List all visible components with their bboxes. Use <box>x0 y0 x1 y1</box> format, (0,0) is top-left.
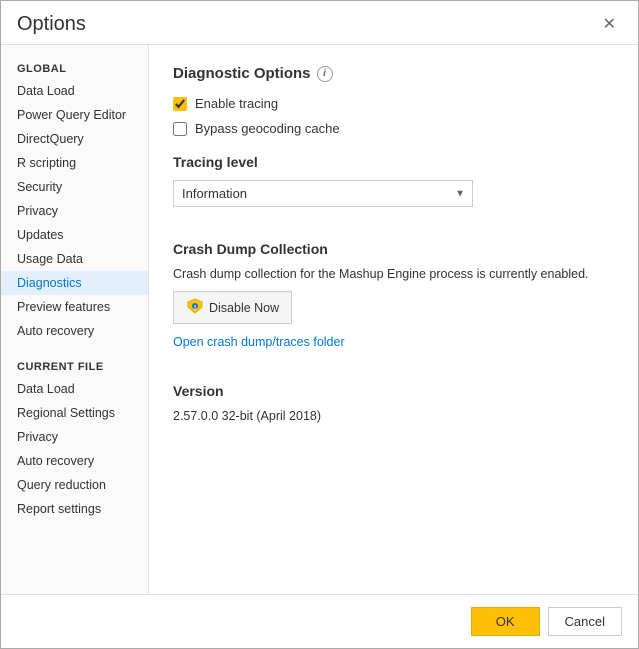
crash-dump-title: Crash Dump Collection <box>173 241 614 257</box>
info-icon[interactable]: i <box>317 66 333 82</box>
version-section: Version 2.57.0.0 32-bit (April 2018) <box>173 383 614 423</box>
enable-tracing-row: Enable tracing <box>173 96 614 111</box>
sidebar-item-auto-recovery[interactable]: Auto recovery <box>1 319 148 343</box>
sidebar-item-power-query-editor[interactable]: Power Query Editor <box>1 103 148 127</box>
sidebar-item-cf-auto-recovery[interactable]: Auto recovery <box>1 449 148 473</box>
sidebar-item-updates[interactable]: Updates <box>1 223 148 247</box>
global-section-label: GLOBAL <box>1 55 148 79</box>
svg-text:!: ! <box>194 305 196 312</box>
tracing-level-title: Tracing level <box>173 154 614 170</box>
sidebar-item-cf-regional-settings[interactable]: Regional Settings <box>1 401 148 425</box>
title-bar: Options ✕ <box>1 1 638 44</box>
main-content: Diagnostic Options i Enable tracing Bypa… <box>149 45 638 594</box>
sidebar: GLOBAL Data Load Power Query Editor Dire… <box>1 45 149 594</box>
disable-now-button[interactable]: ! Disable Now <box>173 291 292 324</box>
enable-tracing-checkbox[interactable] <box>173 97 187 111</box>
enable-tracing-label: Enable tracing <box>195 96 278 111</box>
version-number: 2.57.0.0 32-bit (April 2018) <box>173 409 614 423</box>
open-folder-link[interactable]: Open crash dump/traces folder <box>173 335 345 349</box>
dialog-title: Options <box>17 13 86 36</box>
sidebar-item-direct-query[interactable]: DirectQuery <box>1 127 148 151</box>
sidebar-item-cf-report-settings[interactable]: Report settings <box>1 497 148 521</box>
sidebar-item-security[interactable]: Security <box>1 175 148 199</box>
crash-dump-description: Crash dump collection for the Mashup Eng… <box>173 267 614 281</box>
dialog-footer: OK Cancel <box>1 594 638 648</box>
sidebar-item-cf-privacy[interactable]: Privacy <box>1 425 148 449</box>
sidebar-item-data-load[interactable]: Data Load <box>1 79 148 103</box>
version-title: Version <box>173 383 614 399</box>
sidebar-item-cf-data-load[interactable]: Data Load <box>1 377 148 401</box>
ok-button[interactable]: OK <box>471 607 540 636</box>
crash-dump-section: Crash Dump Collection Crash dump collect… <box>173 241 614 365</box>
sidebar-item-cf-query-reduction[interactable]: Query reduction <box>1 473 148 497</box>
cancel-button[interactable]: Cancel <box>548 607 622 636</box>
close-button[interactable]: ✕ <box>597 15 622 35</box>
options-dialog: Options ✕ GLOBAL Data Load Power Query E… <box>0 0 639 649</box>
sidebar-item-r-scripting[interactable]: R scripting <box>1 151 148 175</box>
tracing-level-select[interactable]: Information Verbose Warning Error <box>173 180 473 207</box>
sidebar-item-privacy[interactable]: Privacy <box>1 199 148 223</box>
dialog-body: GLOBAL Data Load Power Query Editor Dire… <box>1 44 638 594</box>
current-file-section-label: CURRENT FILE <box>1 353 148 377</box>
disable-now-label: Disable Now <box>209 301 279 315</box>
bypass-geocoding-label: Bypass geocoding cache <box>195 121 340 136</box>
bypass-geocoding-row: Bypass geocoding cache <box>173 121 614 136</box>
diagnostic-title: Diagnostic Options i <box>173 65 614 82</box>
sidebar-item-usage-data[interactable]: Usage Data <box>1 247 148 271</box>
bypass-geocoding-checkbox[interactable] <box>173 122 187 136</box>
shield-icon: ! <box>186 297 204 318</box>
sidebar-item-diagnostics[interactable]: Diagnostics <box>1 271 148 295</box>
sidebar-item-preview-features[interactable]: Preview features <box>1 295 148 319</box>
tracing-level-wrapper: Information Verbose Warning Error ▼ <box>173 180 473 207</box>
